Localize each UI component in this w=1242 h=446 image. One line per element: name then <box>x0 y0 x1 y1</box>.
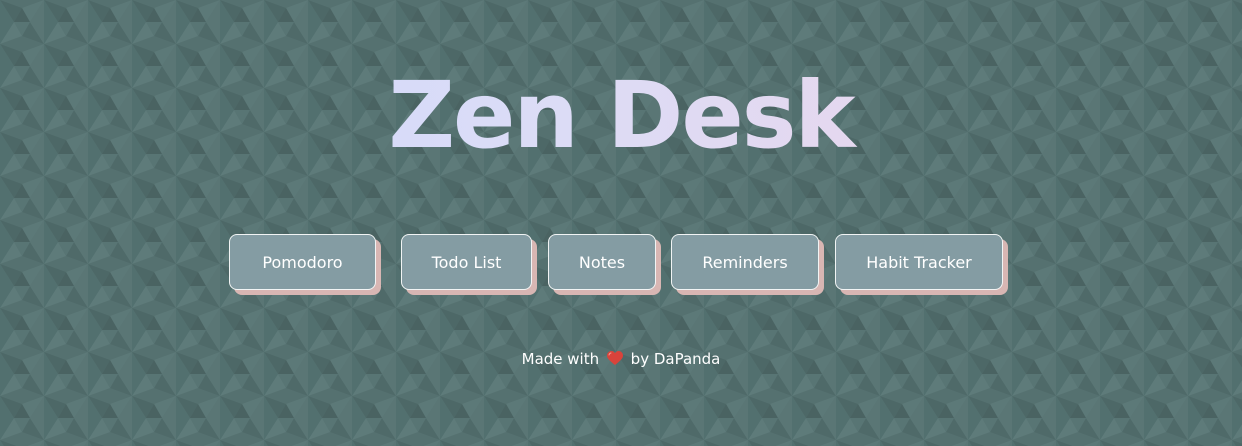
app-title: Zen Desk <box>0 66 1242 166</box>
habit-tracker-button[interactable]: Habit Tracker <box>835 234 1003 290</box>
heart-icon <box>606 350 623 372</box>
todo-list-button[interactable]: Todo List <box>401 234 532 290</box>
notes-button[interactable]: Notes <box>548 234 656 290</box>
footer-credit: Made with by DaPanda <box>0 348 1242 372</box>
pomodoro-button[interactable]: Pomodoro <box>229 234 376 290</box>
reminders-button[interactable]: Reminders <box>671 234 819 290</box>
footer-prefix: Made with <box>521 350 600 368</box>
footer-suffix: by DaPanda <box>630 350 721 368</box>
